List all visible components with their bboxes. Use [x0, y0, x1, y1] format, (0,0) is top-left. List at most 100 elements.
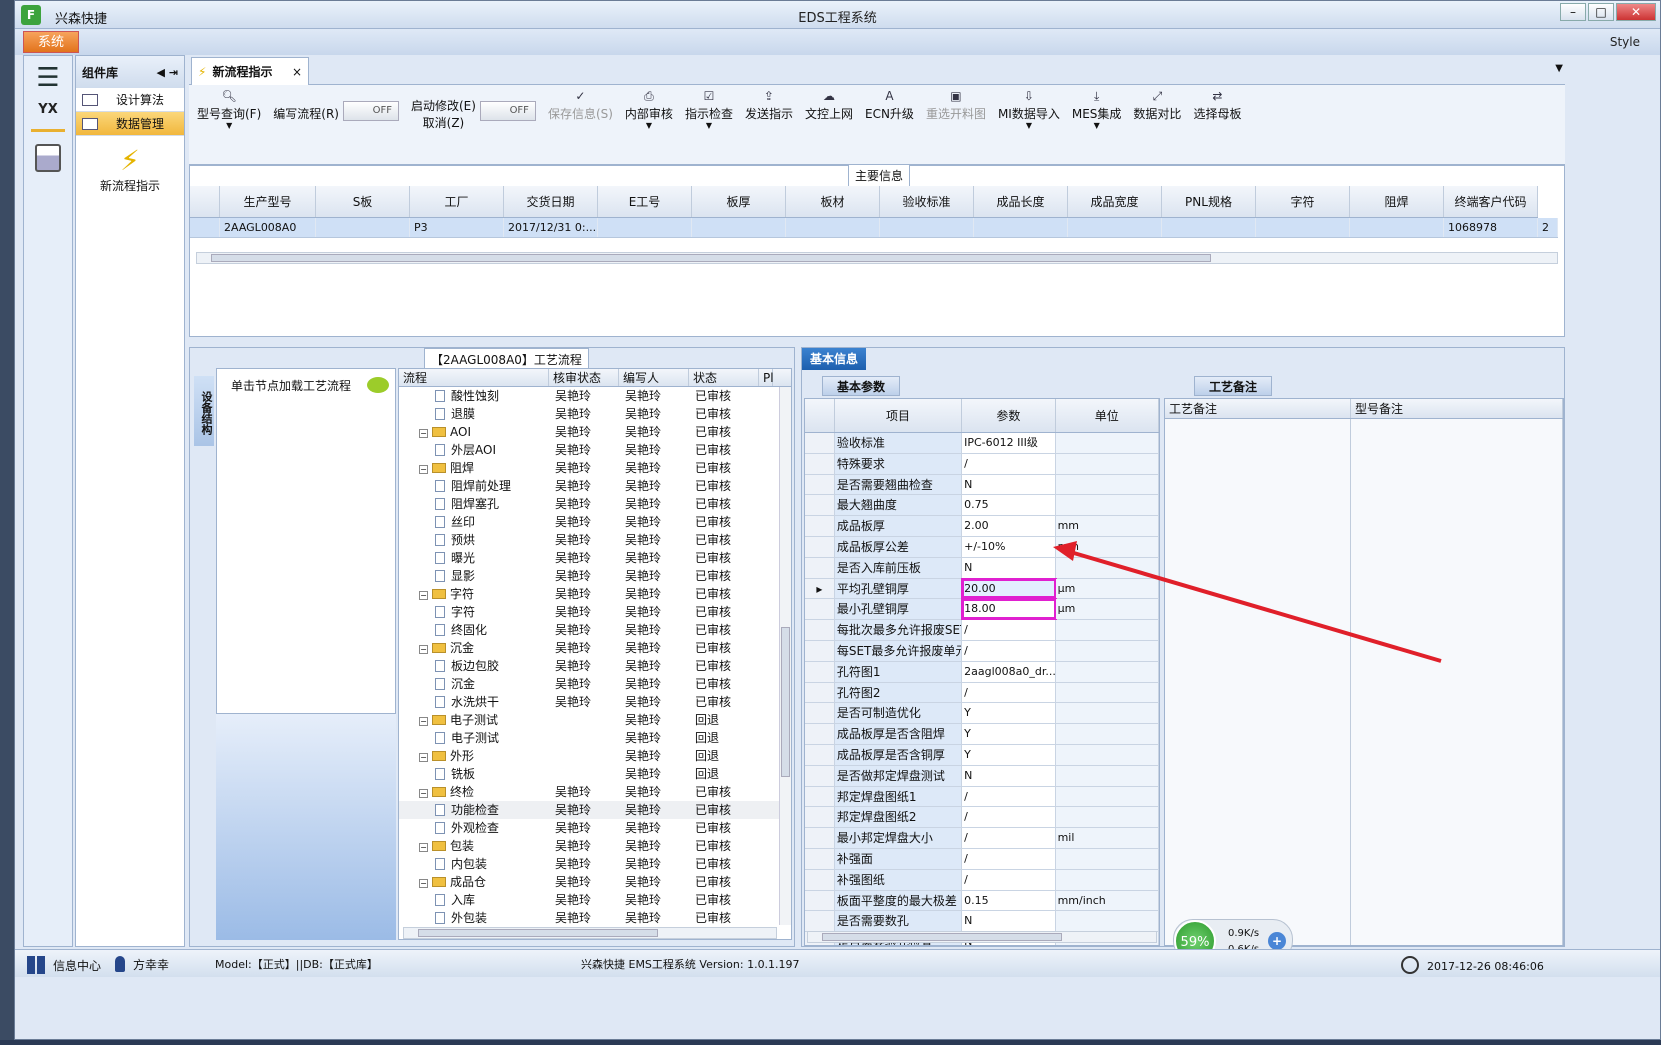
tree-row[interactable]: − 字符 吴艳玲 吴艳玲 已审核 — [399, 585, 791, 603]
data-compare-button[interactable]: ⤢ 数据对比 — [1127, 89, 1187, 122]
param-row[interactable]: 验收标准 IPC-6012 III级 — [805, 433, 1159, 454]
tree-row[interactable]: 终固化 吴艳玲 吴艳玲 已审核 — [399, 621, 791, 639]
param-row[interactable]: 补强图纸 / — [805, 869, 1159, 891]
tree-node[interactable]: 阻焊塞孔 — [399, 495, 549, 513]
tree-row[interactable]: 水洗烘干 吴艳玲 吴艳玲 已审核 — [399, 693, 791, 711]
column-header[interactable]: 验收标准 — [880, 186, 974, 217]
param-value-input[interactable]: / — [962, 640, 1056, 661]
tree-row[interactable]: − 沉金 吴艳玲 吴艳玲 已审核 — [399, 639, 791, 657]
column-header[interactable]: 生产型号 — [220, 186, 316, 217]
param-row[interactable]: 是否需要数孔 N — [805, 911, 1159, 933]
param-value-input[interactable]: 18.00 — [961, 598, 1057, 621]
scrollbar-thumb[interactable] — [781, 627, 790, 777]
tree-row[interactable]: 外观检查 吴艳玲 吴艳玲 已审核 — [399, 819, 791, 837]
tree-row[interactable]: 阻焊前处理 吴艳玲 吴艳玲 已审核 — [399, 477, 791, 495]
param-value-input[interactable]: / — [962, 828, 1056, 848]
tree-row[interactable]: − AOI 吴艳玲 吴艳玲 已审核 — [399, 423, 791, 441]
column-header[interactable]: 成品宽度 — [1068, 186, 1162, 217]
column-header[interactable]: 核审状态 — [549, 369, 619, 386]
close-tab-icon[interactable]: × — [292, 65, 302, 79]
check-instruction-button[interactable]: ☑ 指示检查 ▼ — [679, 89, 739, 130]
hamburger-menu-icon[interactable]: ☰ — [31, 64, 65, 94]
param-value-input[interactable]: 2.00 — [962, 516, 1056, 536]
start-modify-button[interactable]: 启动修改(E) 取消(Z) — [405, 97, 482, 131]
param-value-input[interactable]: IPC-6012 III级 — [962, 433, 1056, 453]
tree-node[interactable]: 丝印 — [399, 513, 549, 531]
tree-node[interactable]: 板边包胶 — [399, 657, 549, 675]
collapse-icon[interactable]: − — [419, 753, 428, 762]
column-header[interactable]: PNL规格 — [1162, 186, 1256, 217]
tree-node[interactable]: 外包装 — [399, 909, 549, 927]
param-value-input[interactable]: / — [962, 869, 1056, 890]
param-row[interactable]: 最小邦定焊盘大小 / mil — [805, 828, 1159, 849]
column-header[interactable]: E工号 — [598, 186, 692, 217]
collapse-icon[interactable]: − — [419, 843, 428, 852]
table-cell[interactable]: 2017/12/31 0:... — [504, 218, 598, 237]
style-menu[interactable]: Style — [1610, 35, 1640, 49]
column-header[interactable]: 工厂 — [410, 186, 504, 217]
tree-row[interactable]: 曝光 吴艳玲 吴艳玲 已审核 — [399, 549, 791, 567]
param-value-input[interactable]: / — [962, 682, 1056, 703]
param-row[interactable]: 特殊要求 / — [805, 453, 1159, 475]
tree-node[interactable]: 阻焊前处理 — [399, 477, 549, 495]
param-value-input[interactable]: Y — [962, 724, 1056, 744]
tree-row[interactable]: − 包装 吴艳玲 吴艳玲 已审核 — [399, 837, 791, 855]
minimize-button[interactable]: – — [1560, 3, 1586, 21]
param-row[interactable]: 成品板厚是否含铜厚 Y — [805, 744, 1159, 766]
tree-row[interactable]: 退膜 吴艳玲 吴艳玲 已审核 — [399, 405, 791, 423]
side-tab-equipment[interactable]: 设备结构 — [194, 376, 214, 446]
collapse-icon[interactable]: − — [419, 645, 428, 654]
tree-node[interactable]: − 终检 — [399, 783, 549, 801]
process-remark-cell[interactable] — [1165, 419, 1351, 945]
tree-row[interactable]: 入库 吴艳玲 吴艳玲 已审核 — [399, 891, 791, 909]
column-header[interactable]: 成品长度 — [974, 186, 1068, 217]
tree-row[interactable]: 电子测试 吴艳玲 回退 — [399, 729, 791, 747]
param-row[interactable]: 是否需要翘曲检查 N — [805, 474, 1159, 496]
column-header[interactable]: 状态 — [689, 369, 759, 386]
table-row[interactable]: 2AAGL008A0 P3 2017/12/31 0:... 1068978 2 — [190, 218, 1558, 238]
param-row[interactable]: 是否做邦定焊盘测试 N — [805, 765, 1159, 787]
tree-node[interactable]: 电子测试 — [399, 729, 549, 747]
param-value-input[interactable]: 0.15 — [962, 890, 1056, 911]
horizontal-scrollbar[interactable] — [807, 931, 1157, 943]
param-row[interactable]: 成品板厚公差 +/-10% mm — [805, 536, 1159, 558]
param-row[interactable]: 每SET最多允许报废单元 / — [805, 640, 1159, 662]
column-header[interactable]: 流程 — [399, 369, 549, 386]
info-center-button[interactable]: 信息中心 — [27, 956, 101, 974]
tree-row[interactable]: 沉金 吴艳玲 吴艳玲 已审核 — [399, 675, 791, 693]
tree-node[interactable]: − 字符 — [399, 585, 549, 603]
param-row[interactable]: 邦定焊盘图纸1/ — [805, 786, 1159, 808]
param-value-input[interactable]: / — [962, 807, 1056, 828]
column-header[interactable]: 单位 — [1056, 399, 1159, 432]
column-header[interactable]: 编写人 — [619, 369, 689, 386]
param-row[interactable]: 成品板厚 2.00 mm — [805, 516, 1159, 537]
tree-node[interactable]: 铣板 — [399, 765, 549, 783]
table-cell[interactable] — [1162, 218, 1256, 237]
start-modify-toggle[interactable]: OFF — [479, 101, 536, 121]
tree-row[interactable]: 铣板 吴艳玲 回退 — [399, 765, 791, 783]
collapse-icon[interactable]: − — [419, 429, 428, 438]
factory-icon[interactable]: YX — [31, 102, 65, 132]
tree-node[interactable]: 外观检查 — [399, 819, 549, 837]
component-item-data-management[interactable]: 数据管理 — [76, 112, 184, 136]
collapse-icon[interactable]: − — [419, 879, 428, 888]
save-info-button[interactable]: ✓ 保存信息(S) — [542, 89, 619, 122]
table-cell[interactable]: 2AAGL008A0 — [220, 218, 316, 237]
user-info[interactable]: 方幸幸 — [115, 956, 169, 973]
param-row[interactable]: 孔符图2/ — [805, 682, 1159, 704]
column-header[interactable]: 终端客户代码 — [1444, 186, 1538, 217]
param-row[interactable]: 邦定焊盘图纸2/ — [805, 807, 1159, 829]
table-cell[interactable] — [1068, 218, 1162, 237]
tree-node[interactable]: − AOI — [399, 423, 549, 441]
tree-node[interactable]: − 外形 — [399, 747, 549, 765]
tree-node[interactable]: 入库 — [399, 891, 549, 909]
param-row[interactable]: 补强面 / — [805, 848, 1159, 870]
table-cell[interactable] — [786, 218, 880, 237]
ecn-upgrade-button[interactable]: A ECN升级 — [859, 89, 920, 122]
table-cell[interactable] — [880, 218, 974, 237]
tree-node[interactable]: 预烘 — [399, 531, 549, 549]
table-cell[interactable] — [598, 218, 692, 237]
tree-row[interactable]: 外层AOI 吴艳玲 吴艳玲 已审核 — [399, 441, 791, 459]
tree-node[interactable]: 内包装 — [399, 855, 549, 873]
param-value-input[interactable]: N — [962, 765, 1056, 786]
